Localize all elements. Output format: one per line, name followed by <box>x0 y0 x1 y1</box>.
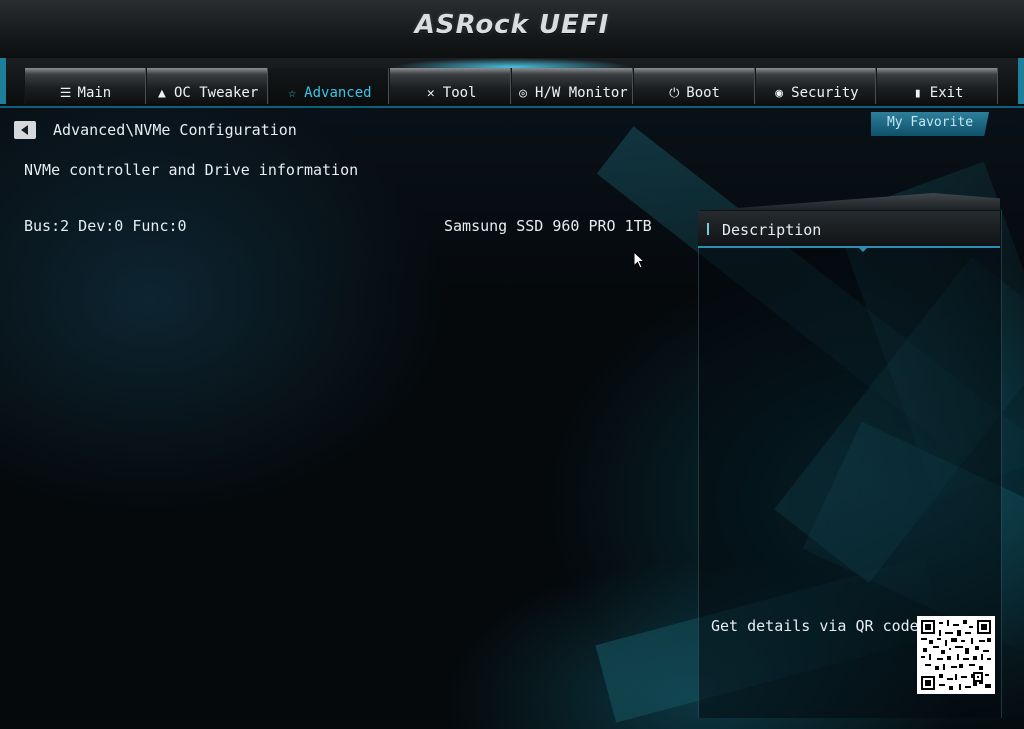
door-icon: ▮ <box>913 86 922 101</box>
tab-hw-monitor[interactable]: ◎ H/W Monitor <box>511 68 633 104</box>
back-button[interactable] <box>14 121 36 139</box>
power-icon: ⏻ <box>669 86 680 101</box>
tab-tool[interactable]: ✕ Tool <box>389 68 511 104</box>
main-tabs: ☰ Main ▲ OC Tweaker ☆ Advanced ✕ Tool ◎ H/W M… <box>24 68 998 104</box>
qr-code-icon <box>917 616 995 694</box>
header: ASRock UEFI <box>0 0 1024 62</box>
list-icon: ☰ <box>59 86 72 101</box>
nvme-device-label[interactable]: Bus:2 Dev:0 Func:0 <box>24 217 187 235</box>
description-title: Description <box>722 221 822 239</box>
tab-main[interactable]: ☰ Main <box>24 68 146 104</box>
tab-oc-tweaker[interactable]: ▲ OC Tweaker <box>145 68 268 104</box>
tab-security[interactable]: ◉ Security <box>754 68 877 104</box>
tab-boot[interactable]: ⏻ Boot <box>632 68 755 104</box>
tab-advanced[interactable]: ☆ Advanced <box>267 68 390 104</box>
tab-exit[interactable]: ▮ Exit <box>876 68 998 104</box>
breadcrumb: Advanced\NVMe Configuration <box>53 121 297 139</box>
my-favorite-button[interactable]: My Favorite <box>871 112 989 136</box>
star-icon: ☆ <box>288 86 297 101</box>
asrock-logo: ASRock UEFI <box>414 10 610 40</box>
qr-text: Get details via QR code <box>711 617 919 635</box>
mouse-cursor-icon <box>633 251 645 269</box>
description-notch <box>858 247 868 252</box>
tools-icon: ✕ <box>426 86 435 101</box>
shield-icon: ◉ <box>775 86 784 101</box>
monitor-icon: ◎ <box>519 86 527 101</box>
section-title: NVMe controller and Drive information <box>24 161 359 179</box>
rocket-icon: ▲ <box>158 86 166 101</box>
nvme-device-value: Samsung SSD 960 PRO 1TB <box>444 217 652 235</box>
